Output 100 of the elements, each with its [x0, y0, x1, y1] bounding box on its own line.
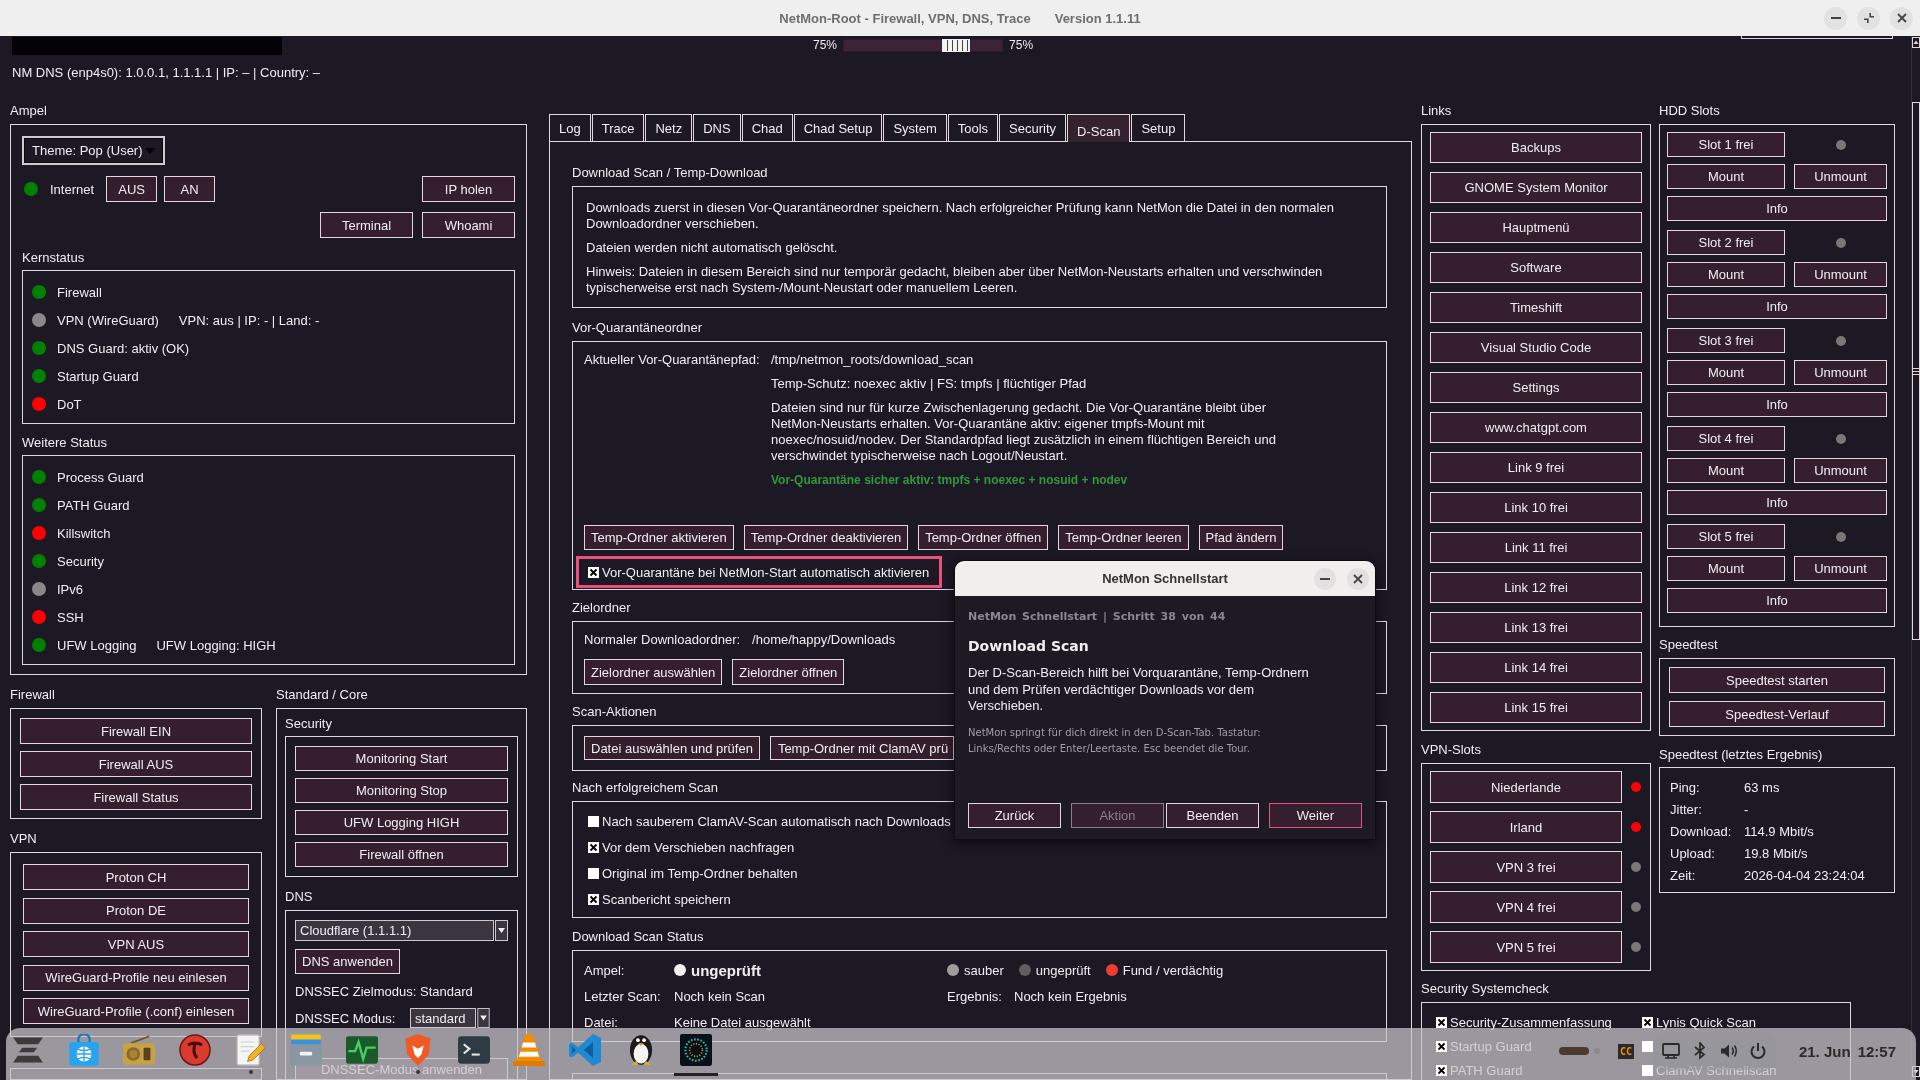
pulse-monitor-icon[interactable]	[346, 1034, 379, 1066]
close-button[interactable]	[1347, 567, 1369, 590]
link-button[interactable]: Link 9 frei	[1430, 452, 1642, 483]
dialog-button[interactable]: Zurück	[968, 803, 1061, 828]
folder-action-button[interactable]: Temp-Ordner öffnen	[918, 525, 1049, 550]
minimize-button[interactable]	[1314, 567, 1336, 590]
link-button[interactable]: Software	[1430, 252, 1642, 283]
link-button[interactable]: Settings	[1430, 372, 1642, 403]
info-button[interactable]: Info	[1667, 196, 1887, 221]
checkbox[interactable]	[1642, 1040, 1653, 1052]
slot-button[interactable]: Slot 5 frei	[1667, 524, 1785, 549]
tab[interactable]: Chad Setup	[793, 114, 883, 141]
unmount-button[interactable]: Unmount	[1794, 164, 1887, 189]
mount-button[interactable]: Mount	[1667, 262, 1785, 287]
ip-button[interactable]: IP holen	[422, 176, 515, 202]
link-button[interactable]: Link 14 frei	[1430, 652, 1642, 683]
slot-button[interactable]: Slot 2 frei	[1667, 230, 1785, 255]
info-button[interactable]: Info	[1667, 588, 1887, 613]
scrollbar[interactable]	[1911, 36, 1920, 1080]
minimize-button[interactable]	[1824, 6, 1847, 30]
scan-button[interactable]: Datei auswählen und prüfen	[584, 736, 760, 760]
menu-logo-icon[interactable]	[12, 1034, 44, 1066]
checkbox[interactable]	[1436, 1040, 1447, 1052]
tab[interactable]: System	[883, 114, 947, 141]
shopping-bag-icon[interactable]	[67, 1034, 100, 1066]
firewall-button[interactable]: Firewall Status	[20, 784, 252, 810]
firewall-button[interactable]: Firewall AUS	[20, 751, 252, 777]
traffic-cone-icon[interactable]	[513, 1034, 546, 1066]
checkbox[interactable]	[588, 893, 599, 905]
link-button[interactable]: Link 11 frei	[1430, 532, 1642, 563]
link-button[interactable]: Backups	[1430, 132, 1642, 163]
unmount-button[interactable]: Unmount	[1794, 360, 1887, 385]
restore-button[interactable]	[1857, 6, 1880, 30]
info-button[interactable]: Info	[1667, 294, 1887, 319]
toggle-button[interactable]: AN	[164, 176, 216, 202]
checkbox[interactable]	[1642, 1064, 1653, 1076]
file-drawer-icon[interactable]	[290, 1034, 323, 1066]
vpn-slot-button[interactable]: Niederlande	[1430, 771, 1622, 803]
checkbox[interactable]	[588, 841, 599, 853]
speedtest-button[interactable]: Speedtest-Verlauf	[1669, 701, 1885, 727]
link-button[interactable]: Hauptmenü	[1430, 212, 1642, 243]
scrollbar-thumb[interactable]	[1912, 102, 1920, 640]
theme-dropdown[interactable]: Theme: Pop (User)	[22, 136, 165, 165]
checkbox[interactable]	[1436, 1016, 1447, 1028]
folder-action-button[interactable]: Temp-Ordner leeren	[1058, 525, 1189, 550]
vpn-button[interactable]: WireGuard-Profile neu einlesen	[23, 964, 249, 991]
link-button[interactable]: Link 15 frei	[1430, 692, 1642, 723]
toggle-button[interactable]: AUS	[106, 176, 158, 202]
dns-apply-button[interactable]: DNS anwenden	[295, 949, 401, 974]
dialog-button[interactable]: Weiter	[1269, 803, 1362, 828]
mount-button[interactable]: Mount	[1667, 164, 1785, 189]
security-button[interactable]: UFW Logging HIGH	[295, 810, 508, 835]
vpn-slot-button[interactable]: VPN 4 frei	[1430, 891, 1622, 923]
slot-button[interactable]: Slot 4 frei	[1667, 426, 1785, 451]
tab[interactable]: Chad	[741, 114, 793, 141]
tab[interactable]: D-Scan	[1067, 114, 1131, 142]
info-button[interactable]: Info	[1667, 490, 1887, 515]
folder-action-button[interactable]: Temp-Ordner aktivieren	[584, 525, 734, 550]
folder-action-button[interactable]: Temp-Ordner deaktivieren	[743, 525, 909, 550]
dialog-button[interactable]: Beenden	[1166, 803, 1259, 828]
security-button[interactable]: Monitoring Stop	[295, 778, 508, 803]
scroll-up-icon[interactable]	[1912, 37, 1920, 48]
tab[interactable]: Tools	[947, 114, 999, 141]
checkbox[interactable]	[588, 566, 599, 578]
close-button[interactable]	[1890, 6, 1913, 30]
tool-button[interactable]: Terminal	[320, 212, 413, 238]
mount-button[interactable]: Mount	[1667, 556, 1785, 581]
link-button[interactable]: Link 12 frei	[1430, 572, 1642, 603]
vpn-slot-button[interactable]: Irland	[1430, 811, 1622, 843]
radio-icon[interactable]	[123, 1034, 156, 1066]
slot-button[interactable]: Slot 1 frei	[1667, 132, 1785, 157]
tab[interactable]: Security	[999, 114, 1067, 141]
link-button[interactable]: Timeshift	[1430, 292, 1642, 323]
link-button[interactable]: Link 10 frei	[1430, 492, 1642, 523]
notepad-pencil-icon[interactable]	[234, 1034, 267, 1066]
zoom-slider[interactable]	[843, 38, 1004, 52]
unmount-button[interactable]: Unmount	[1794, 262, 1887, 287]
checkbox[interactable]	[588, 867, 599, 879]
firewall-button[interactable]: Firewall EIN	[20, 718, 252, 744]
info-button[interactable]: Info	[1667, 392, 1887, 417]
mount-button[interactable]: Mount	[1667, 458, 1785, 483]
dotted-ring-tile-icon[interactable]	[680, 1034, 713, 1066]
autostart-option[interactable]: Vor-Quarantäne bei NetMon-Start automatisch aktivieren	[576, 556, 942, 588]
circle-emblem-icon[interactable]	[179, 1034, 212, 1066]
tray-indicator[interactable]: CC	[1617, 1043, 1634, 1059]
tab[interactable]: Log	[549, 114, 591, 141]
folder-action-button[interactable]: Zielordner öffnen	[732, 659, 845, 685]
checkbox[interactable]	[1642, 1016, 1653, 1028]
tab[interactable]: Trace	[591, 114, 645, 141]
vpn-button[interactable]: Proton CH	[23, 864, 249, 890]
scan-button[interactable]: Temp-Ordner mit ClamAV prü	[769, 736, 954, 760]
slider-thumb[interactable]	[941, 38, 970, 52]
speedtest-button[interactable]: Speedtest starten	[1669, 667, 1885, 693]
vpn-slot-button[interactable]: VPN 3 frei	[1430, 851, 1622, 883]
vpn-button[interactable]: VPN AUS	[23, 931, 249, 957]
security-button[interactable]: Monitoring Start	[295, 746, 508, 771]
vpn-button[interactable]: Proton DE	[23, 897, 249, 924]
checkbox[interactable]	[1436, 1064, 1447, 1076]
folder-action-button[interactable]: Zielordner auswählen	[584, 659, 723, 685]
folder-action-button[interactable]: Pfad ändern	[1198, 525, 1284, 550]
